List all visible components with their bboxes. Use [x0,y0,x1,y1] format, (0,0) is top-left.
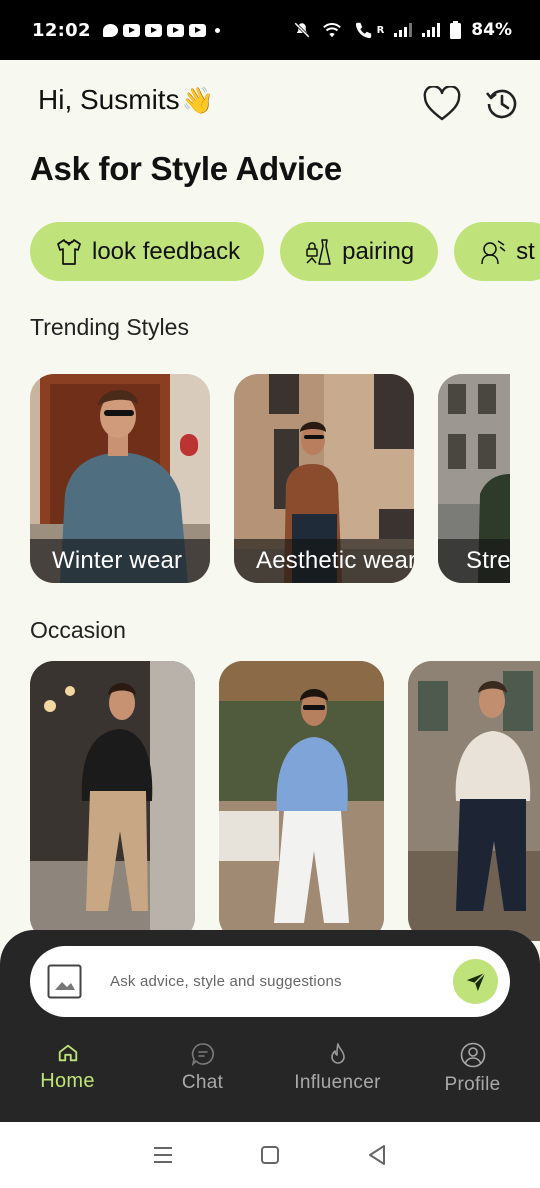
chat-icon [191,1043,214,1066]
chip-label: pairing [342,237,415,265]
nav-label: Chat [181,1072,224,1093]
chip-pairing[interactable]: pairing [280,222,439,281]
more-notifications-dot [214,27,220,33]
trending-section-title: Trending Styles [30,314,189,340]
youtube-notification-icon [122,23,140,37]
mute-icon [293,22,310,38]
image-attach-button[interactable] [47,964,82,999]
wifi-calling-icon [355,22,371,39]
chip-label: st [516,237,535,265]
nav-label: Influencer [294,1072,381,1093]
square-icon [260,1146,279,1164]
user-icon [460,1042,485,1068]
trending-card-label: Aesthetic wear [234,539,414,583]
bottom-nav: Home Chat Influencer Profile [0,1036,540,1116]
chip-label: look feedback [92,237,241,265]
greeting-text: Hi, Susmits [38,84,180,115]
nav-label: Home [40,1070,95,1092]
back-triangle-icon [368,1145,385,1165]
recent-apps-button[interactable] [148,1140,178,1170]
stylist-icon [478,237,508,267]
shirt-icon [54,237,84,267]
signal-icon [422,23,441,37]
image-icon [47,964,82,999]
flame-icon [330,1043,345,1064]
nav-item-chat[interactable]: Chat [135,1036,270,1116]
occasion-card[interactable] [30,661,195,941]
favorites-button[interactable] [422,84,462,124]
heart-icon [423,86,461,121]
youtube-notification-icon [166,23,184,37]
back-button[interactable] [362,1140,392,1170]
occasion-card[interactable] [408,661,540,941]
history-button[interactable] [482,84,522,124]
youtube-notification-icon [188,23,206,37]
advice-category-chips: look feedback pairing st [30,222,540,281]
trending-card-label: Winter wear [30,539,210,583]
outfit-pairing-icon [304,237,334,267]
status-bar: 12:02 R 84% [0,0,540,60]
trending-card-label: Stre [438,539,510,583]
occasion-card[interactable] [219,661,384,941]
occasion-photo-black-shirt [30,661,195,941]
signal-icon [394,23,413,37]
occasion-photo-blue-shirt [219,661,384,941]
ask-input-bar[interactable]: Ask advice, style and suggestions [30,946,510,1017]
menu-lines-icon [154,1147,173,1163]
send-icon [466,971,486,991]
nav-item-influencer[interactable]: Influencer [270,1036,405,1116]
nav-label: Profile [444,1074,501,1095]
home-icon [58,1044,77,1062]
battery-percent: 84% [471,20,512,40]
wifi-icon [322,23,341,38]
occasion-photo-polo [408,661,540,941]
chip-stylist[interactable]: st [454,222,540,281]
waving-hand-emoji: 👋 [181,84,214,115]
send-button[interactable] [453,959,498,1004]
home-system-button[interactable] [255,1140,285,1170]
nav-item-home[interactable]: Home [0,1036,135,1116]
page-title: Ask for Style Advice [30,150,342,187]
carrier-indicator: R [376,24,385,36]
occasion-section-title: Occasion [30,617,126,643]
nav-item-profile[interactable]: Profile [405,1036,540,1116]
system-navigation-bar [0,1122,540,1188]
youtube-notification-icon [144,23,162,37]
message-notification-icon [102,23,118,37]
trending-card[interactable]: Aesthetic wear [234,374,414,583]
status-time: 12:02 [32,19,91,41]
ask-input-placeholder[interactable]: Ask advice, style and suggestions [110,973,342,990]
history-icon [485,89,517,119]
chip-look-feedback[interactable]: look feedback [30,222,265,281]
notification-icons [102,23,220,37]
greeting: Hi, Susmits 👋 [38,84,214,116]
trending-card[interactable]: Stre [438,374,510,583]
battery-icon [450,21,462,39]
trending-card[interactable]: Winter wear [30,374,210,583]
